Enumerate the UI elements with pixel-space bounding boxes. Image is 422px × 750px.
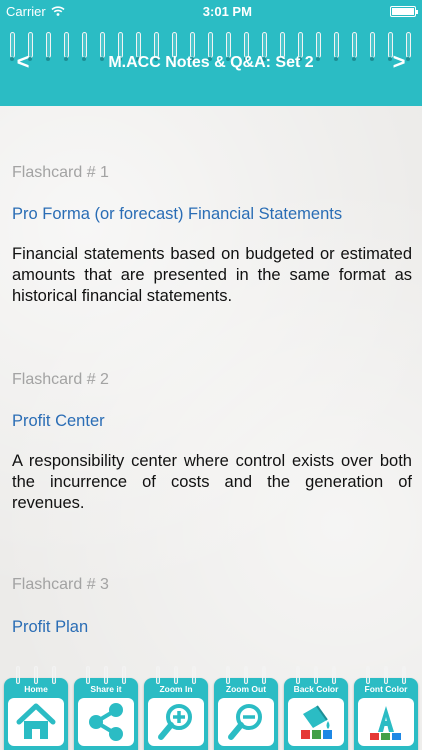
paint-bucket-icon [288,698,344,746]
carrier-label: Carrier [6,3,46,19]
home-label: Home [24,684,48,694]
flashcard-number: Flashcard # 3 [12,576,109,593]
tool-rings [72,666,140,684]
tool-rings [142,666,210,684]
flashcard-number: Flashcard # 1 [12,164,109,181]
chevron-right-icon: > [392,49,406,74]
zoom-out-button[interactable]: Zoom Out [212,664,280,750]
battery-fill [392,7,414,15]
flashcard-list[interactable]: Flashcard # 1 Pro Forma (or forecast) Fi… [0,106,422,664]
prev-button[interactable]: < [8,49,38,75]
wifi-icon [51,6,65,16]
battery-icon [390,5,418,17]
back-color-button[interactable]: Back Color [282,664,350,750]
tool-rings [282,666,350,684]
zoom-out-label: Zoom Out [225,684,267,694]
zoom-in-icon [148,698,204,746]
share-label: Share it [90,684,122,694]
font-color-icon [358,698,414,746]
chevron-left-icon: < [16,49,30,74]
status-time: 3:01 PM [202,3,252,19]
flashcard-term: Profit Plan [12,618,89,636]
status-left: Carrier [6,4,65,19]
home-icon [8,698,64,746]
spiral-ring [370,32,375,61]
tool-rings [352,666,420,684]
back-color-label: Back Color [293,684,339,694]
flashcard-number: Flashcard # 2 [12,371,109,388]
page-title: M.ACC Notes & Q&A: Set 2 [108,54,314,71]
flashcard-term: Pro Forma (or forecast) Financial Statem… [12,205,343,223]
flashcard: Flashcard # 3 Profit Plan [12,576,412,636]
zoom-in-label: Zoom In [159,684,193,694]
font-color-button[interactable]: Font Color [352,664,420,750]
tool-rings [2,666,70,684]
spiral-ring [46,32,51,61]
flashcard-definition: Financial statements based on budgeted o… [12,245,412,305]
font-color-label: Font Color [364,684,408,694]
status-bar: Carrier 3:01 PM [0,0,422,22]
flashcard: Flashcard # 1 Pro Forma (or forecast) Fi… [12,164,412,305]
flashcard-definition: A responsibility center where control ex… [12,452,412,512]
next-button[interactable]: > [384,49,414,75]
nav-bar: < M.ACC Notes & Q&A: Set 2 > [0,22,422,106]
share-button[interactable]: Share it [72,664,140,750]
flashcard: Flashcard # 2 Profit Center A responsibi… [12,371,412,512]
share-icon [78,698,134,746]
flashcard-term: Profit Center [12,412,105,430]
bottom-toolbar: Home Share it Zoom In Zoom Out Back Colo… [0,664,422,750]
home-button[interactable]: Home [2,664,70,750]
zoom-in-button[interactable]: Zoom In [142,664,210,750]
zoom-out-icon [218,698,274,746]
tool-rings [212,666,280,684]
